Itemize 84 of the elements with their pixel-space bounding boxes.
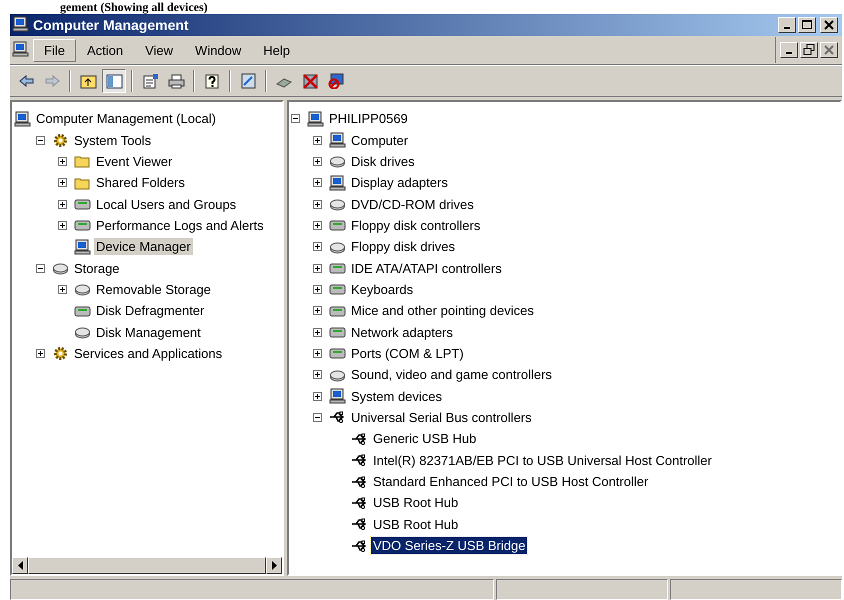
folder-up-icon	[80, 73, 96, 89]
computer-icon	[329, 132, 346, 148]
tree-item[interactable]: Performance Logs and Alerts	[94, 216, 266, 234]
usb-icon	[351, 474, 368, 490]
tree-pane-icon	[106, 73, 122, 89]
computer-icon	[307, 110, 324, 127]
help-icon	[204, 73, 220, 89]
close-icon	[822, 18, 836, 32]
cross-icon	[302, 73, 318, 89]
tree-item[interactable]: Removable Storage	[94, 280, 213, 298]
usb-icon	[351, 430, 368, 447]
left-triangle-icon	[18, 561, 22, 570]
maximize-icon	[800, 18, 814, 32]
tree-item[interactable]: Computer Management (Local)	[34, 110, 218, 128]
minimize-button[interactable]	[778, 17, 796, 33]
tree-item[interactable]: System devices	[349, 388, 444, 405]
disable-icon	[328, 73, 344, 89]
printer-icon	[168, 73, 184, 89]
gear-icon	[52, 345, 69, 362]
forward-arrow-icon	[44, 73, 60, 89]
tree-item[interactable]: Floppy disk drives	[349, 238, 458, 256]
computer-icon	[12, 16, 29, 32]
menu-item[interactable]: Action	[76, 38, 134, 62]
computer-icon	[14, 110, 31, 127]
computer-icon	[329, 174, 346, 191]
tree-item[interactable]: Disk Management	[94, 324, 203, 341]
usb-icon	[351, 452, 368, 468]
tree-item[interactable]: Keyboards	[349, 280, 416, 298]
window-title: Computer Management	[33, 17, 190, 33]
page-caption: gement (Showing all devices)	[59, 0, 209, 14]
tree-item[interactable]: Event Viewer	[94, 152, 174, 170]
menu-item[interactable]: Window	[184, 38, 252, 62]
tree-item[interactable]: Storage	[72, 260, 122, 277]
menu-item[interactable]: Help	[252, 38, 302, 62]
scroll-left-button[interactable]	[12, 557, 28, 574]
close-icon	[824, 45, 834, 55]
tree-item[interactable]: Standard Enhanced PCI to USB Host Controller	[371, 473, 650, 490]
menu-item[interactable]: View	[134, 38, 184, 62]
tree-item[interactable]: Sound, video and game controllers	[349, 366, 554, 384]
usb-icon	[329, 409, 346, 426]
tree-item[interactable]: Floppy disk controllers	[349, 216, 482, 234]
tree-item[interactable]: USB Root Hub	[371, 494, 460, 512]
tree-item[interactable]: Display adapters	[349, 174, 450, 192]
tree-item[interactable]: Ports (COM & LPT)	[349, 344, 466, 362]
maximize-button[interactable]	[798, 17, 816, 33]
tree-item[interactable]: DVD/CD-ROM drives	[349, 196, 476, 213]
tree-item[interactable]: Generic USB Hub	[371, 430, 478, 448]
restore-button[interactable]	[800, 42, 818, 58]
tree-item[interactable]: PHILIPP0569	[327, 110, 410, 128]
tree-item[interactable]: Local Users and Groups	[94, 196, 238, 213]
tree-item[interactable]: Universal Serial Bus controllers	[349, 408, 534, 426]
usb-icon	[351, 538, 368, 554]
close-button[interactable]	[820, 42, 838, 58]
restore-icon	[802, 43, 816, 57]
minimize-button[interactable]	[780, 42, 798, 58]
tree-item[interactable]: Network adapters	[349, 324, 455, 341]
gear-icon	[52, 132, 69, 148]
tree-item[interactable]: VDO Series-Z USB Bridge	[371, 537, 528, 554]
menu-item[interactable]: File	[33, 38, 76, 62]
computer-icon	[329, 388, 346, 404]
tree-item[interactable]: Disk Defragmenter	[94, 302, 206, 320]
scroll-right-button[interactable]	[266, 557, 282, 574]
tree-pane-button[interactable]	[102, 69, 126, 93]
minimize-icon	[784, 27, 790, 29]
back-arrow-icon	[18, 73, 34, 89]
tree-item[interactable]: Computer	[349, 132, 410, 149]
tree-item[interactable]: Intel(R) 82371AB/EB PCI to USB Universal Host Controller	[371, 452, 714, 469]
close-button[interactable]	[820, 17, 838, 33]
tree-item[interactable]: Shared Folders	[94, 174, 187, 192]
tree-item[interactable]: Mice and other pointing devices	[349, 302, 536, 320]
tree-item[interactable]: System Tools	[72, 132, 154, 149]
properties-icon	[142, 73, 158, 89]
usb-icon	[351, 494, 368, 511]
tree-item[interactable]: USB Root Hub	[371, 516, 460, 533]
computer-icon	[74, 238, 91, 255]
tree-item[interactable]: IDE ATA/ATAPI controllers	[349, 260, 504, 277]
tree-item[interactable]: Services and Applications	[72, 344, 224, 362]
tree-item[interactable]: Disk drives	[349, 152, 417, 170]
right-triangle-icon	[272, 561, 276, 570]
monitor-icon	[240, 73, 256, 89]
computer-icon	[12, 40, 29, 56]
minimize-icon	[786, 52, 792, 54]
tree-item[interactable]: Device Manager	[94, 238, 193, 256]
usb-icon	[351, 516, 368, 532]
